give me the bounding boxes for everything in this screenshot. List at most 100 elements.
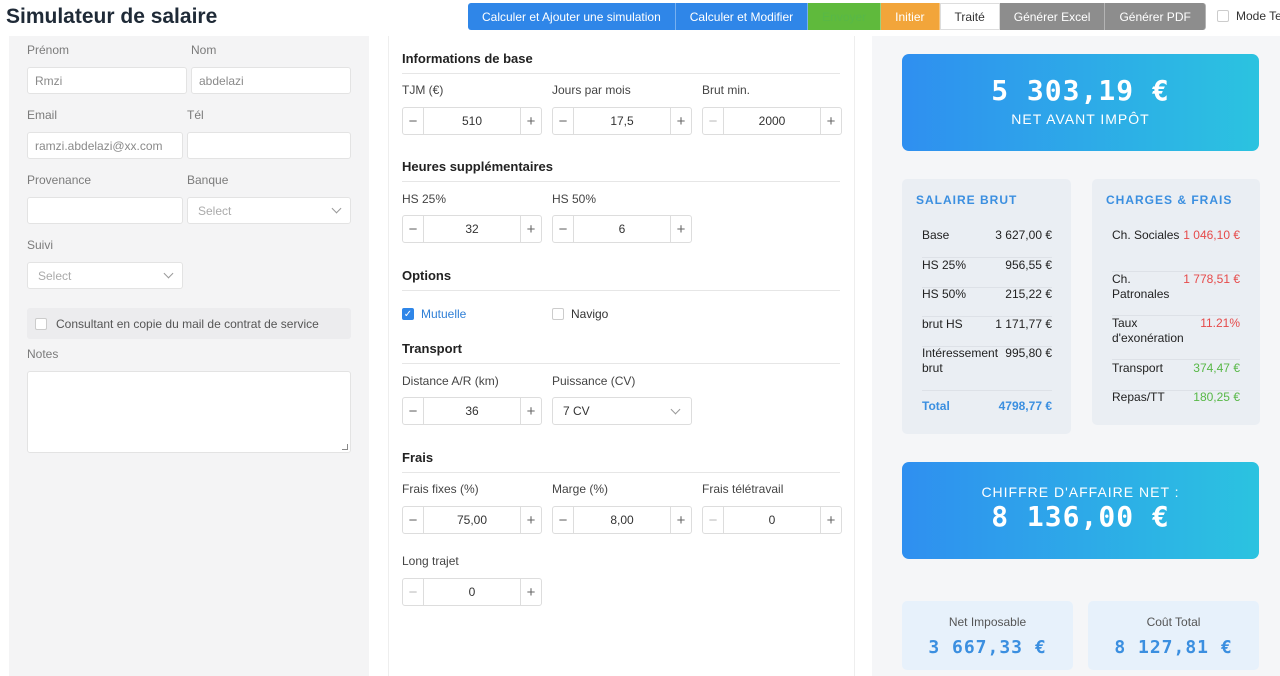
navigo-label: Navigo [571,307,609,321]
plus-icon[interactable]: + [821,507,841,533]
minus-icon[interactable]: − [403,108,423,134]
frais-fixes-value[interactable]: 75,00 [423,507,521,533]
plus-icon[interactable]: + [521,398,541,424]
test-mode-checkbox[interactable] [1217,10,1229,22]
hs50-value[interactable]: 6 [573,216,671,242]
minus-icon[interactable]: − [553,507,573,533]
distance-label: Distance A/R (km) [402,374,499,388]
gross-row-label: brut HS [922,317,963,331]
gross-total-label: Total [922,399,950,413]
gross-row-value: 995,80 € [1005,346,1052,360]
test-mode-toggle[interactable]: Mode Te [1217,9,1280,23]
notes-textarea[interactable] [27,371,351,453]
teletravail-value[interactable]: 0 [723,507,821,533]
gross-row-label: Intéressement brut [922,346,999,375]
gross-row-label: HS 25% [922,258,967,272]
minus-icon[interactable]: − [703,108,723,134]
banque-select[interactable]: Select [187,197,351,224]
navigo-checkbox[interactable] [552,308,564,320]
hs25-value[interactable]: 32 [423,216,521,242]
minus-icon[interactable]: − [403,398,423,424]
results-panel: 5 303,19 € NET AVANT IMPÔT SALAIRE BRUT … [872,36,1280,676]
gross-row-value: 956,55 € [1005,258,1052,272]
chevron-down-icon [163,268,174,279]
hs25-stepper: − 32 + [402,215,542,243]
long-trajet-label: Long trajet [402,554,459,568]
minus-icon[interactable]: − [403,216,423,242]
initiate-button[interactable]: Initier [881,3,940,30]
gross-salary-title: SALAIRE BRUT [916,193,1018,207]
suivi-select-value: Select [38,268,72,283]
charges-row-label: Ch. Patronales [1112,272,1170,301]
gross-row-value: 3 627,00 € [995,228,1052,242]
provenance-input[interactable] [27,197,183,224]
total-cost-label: Coût Total [1146,615,1201,629]
email-input[interactable]: ramzi.abdelazi@xx.com [27,132,183,159]
consultant-copy-option[interactable]: Consultant en copie du mail de contrat d… [27,308,351,339]
plus-icon[interactable]: + [521,216,541,242]
parameters-panel: Informations de base TJM (€) Jours par m… [388,36,855,676]
plus-icon[interactable]: + [671,507,691,533]
taxable-net-label: Net Imposable [948,615,1027,629]
resize-handle-icon[interactable] [342,444,348,450]
chevron-down-icon [670,404,681,414]
marge-value[interactable]: 8,00 [573,507,671,533]
frais-fixes-stepper: − 75,00 + [402,506,542,534]
generate-pdf-button[interactable]: Générer PDF [1105,3,1206,30]
brut-min-value[interactable]: 2000 [723,108,821,134]
total-cost-card: Coût Total 8 127,81 € [1088,601,1259,670]
consultant-copy-checkbox[interactable] [35,317,47,330]
tjm-label: TJM (€) [402,83,444,97]
navigo-option[interactable]: Navigo [552,307,608,321]
provenance-label: Provenance [27,173,92,187]
generate-excel-button[interactable]: Générer Excel [999,3,1106,30]
plus-icon[interactable]: + [671,108,691,134]
plus-icon[interactable]: + [521,579,541,605]
tel-input[interactable] [187,132,351,159]
mutuelle-option[interactable]: ✓ Mutuelle [402,307,466,321]
puissance-select[interactable]: 7 CV [552,397,692,425]
charges-row-value: 1 778,51 € [1183,272,1240,286]
jours-value[interactable]: 17,5 [573,108,671,134]
app-title: Simulateur de salaire [6,5,218,28]
plus-icon[interactable]: + [671,216,691,242]
charges-card: CHARGES & FRAIS Ch. Sociales 1 046,10 € C… [1092,179,1260,425]
minus-icon[interactable]: − [553,108,573,134]
revenue-card: CHIFFRE D'AFFAIRE NET : 8 136,00 € [902,462,1259,559]
test-mode-label: Mode Te [1236,9,1280,23]
charges-row-label: Transport [1112,361,1163,375]
charges-row: Ch. Sociales 1 046,10 € [1112,228,1240,272]
minus-icon[interactable]: − [703,507,723,533]
jours-stepper: − 17,5 + [552,107,692,135]
minus-icon[interactable]: − [403,579,423,605]
nom-input[interactable]: abdelazi [191,67,351,94]
suivi-label: Suivi [27,238,54,252]
distance-value[interactable]: 36 [423,398,521,424]
minus-icon[interactable]: − [553,216,573,242]
suivi-select[interactable]: Select [27,262,183,289]
prenom-input[interactable]: Rmzi [27,67,187,94]
calculate-modify-button[interactable]: Calculer et Modifier [675,3,809,30]
marge-label: Marge (%) [552,482,609,496]
plus-icon[interactable]: + [521,108,541,134]
mutuelle-checkbox[interactable]: ✓ [402,308,414,320]
calculate-add-button[interactable]: Calculer et Ajouter une simulation [468,3,676,30]
section-title-base: Informations de base [402,51,840,74]
section-title-fees: Frais [402,450,840,473]
gross-row-value: 215,22 € [1005,287,1052,301]
gross-salary-card: SALAIRE BRUT Base 3 627,00 € HS 25% 956,55… [902,179,1071,434]
long-trajet-value[interactable]: 0 [423,579,521,605]
gross-row: HS 50% 215,22 € [922,287,1052,317]
charges-row-label: Taux d'exonération [1112,316,1184,345]
send-button[interactable]: Envoyer [808,3,882,30]
mutuelle-label: Mutuelle [421,307,467,321]
plus-icon[interactable]: + [521,507,541,533]
tjm-value[interactable]: 510 [423,108,521,134]
charges-row-label: Repas/TT [1112,390,1165,404]
minus-icon[interactable]: − [403,507,423,533]
email-label: Email [27,108,58,122]
frais-fixes-label: Frais fixes (%) [402,482,479,496]
processed-button[interactable]: Traité [939,3,1000,30]
charges-row-value: 374,47 € [1193,361,1240,375]
plus-icon[interactable]: + [821,108,841,134]
